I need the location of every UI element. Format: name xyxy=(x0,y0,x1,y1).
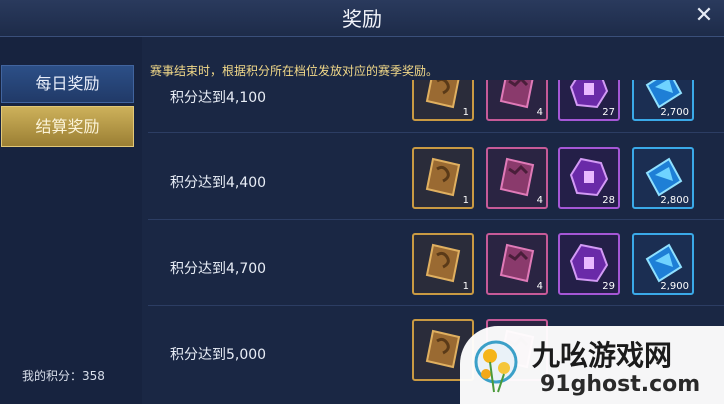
my-score: 我的积分：358 xyxy=(22,369,105,383)
pink-card-icon xyxy=(499,80,534,109)
reward-item-purple-gem[interactable]: 27 xyxy=(558,80,620,121)
purple-gem-icon xyxy=(569,243,609,283)
reward-item-blue-diamond[interactable]: 2,900 xyxy=(632,233,694,295)
reward-item-gold-card[interactable]: 1 xyxy=(412,147,474,209)
tier-label: 积分达到4,700 xyxy=(170,261,267,277)
reward-item-gold-card[interactable]: 1 xyxy=(412,80,474,121)
reward-quantity: 1 xyxy=(462,281,469,292)
gold-card-icon xyxy=(425,157,461,197)
purple-gem-icon xyxy=(569,157,609,197)
reward-item-purple-gem[interactable]: 29 xyxy=(558,233,620,295)
reward-item-purple-gem[interactable]: 28 xyxy=(558,147,620,209)
gold-card-icon xyxy=(425,80,460,109)
reward-quantity: 28 xyxy=(602,195,615,206)
reward-item-pink-card[interactable]: 4 xyxy=(486,233,548,295)
close-button[interactable]: ✕ xyxy=(692,4,716,28)
blue-diamond-icon xyxy=(645,157,683,197)
tier-label: 积分达到5,000 xyxy=(170,347,267,363)
close-icon: ✕ xyxy=(694,3,714,28)
reward-quantity: 1 xyxy=(462,107,469,118)
reward-quantity: 2,800 xyxy=(660,195,689,206)
reward-quantity: 2,900 xyxy=(660,281,689,292)
notice-text: 赛事结束时，根据积分所在档位发放对应的赛季奖励。 xyxy=(150,64,439,78)
tier-label: 积分达到4,400 xyxy=(170,175,267,191)
tier-label: 积分达到4,100 xyxy=(170,90,267,106)
reward-quantity: 4 xyxy=(536,107,543,118)
title-bar: 奖励 ✕ xyxy=(0,0,724,37)
reward-item-blue-diamond[interactable]: 2,700 xyxy=(632,80,694,121)
sidebar: 每日奖励 结算奖励 我的积分：358 xyxy=(0,37,142,404)
blue-diamond-icon xyxy=(645,243,683,283)
reward-row: 积分达到4,700 1 4 29 2,900 xyxy=(148,220,724,306)
reward-row: 积分达到4,100 1 4 27 2,700 xyxy=(148,80,724,133)
reward-item-pink-card[interactable]: 4 xyxy=(486,80,548,121)
watermark-name: 九吆游戏网 xyxy=(532,339,673,372)
gold-card-icon xyxy=(425,243,461,283)
pink-card-icon xyxy=(499,243,535,283)
site-watermark: 九吆游戏网 91ghost.com xyxy=(460,326,724,404)
reward-quantity: 29 xyxy=(602,281,615,292)
dandelion-logo-icon xyxy=(474,340,518,393)
reward-quantity: 4 xyxy=(536,195,543,206)
window-title: 奖励 xyxy=(342,7,382,31)
reward-quantity: 4 xyxy=(536,281,543,292)
reward-quantity: 2,700 xyxy=(660,107,689,118)
watermark-url: 91ghost.com xyxy=(540,372,701,397)
reward-quantity: 27 xyxy=(602,107,615,118)
reward-item-blue-diamond[interactable]: 2,800 xyxy=(632,147,694,209)
reward-row: 积分达到4,400 1 4 28 2,800 xyxy=(148,134,724,220)
reward-quantity: 1 xyxy=(462,195,469,206)
tab-daily-rewards[interactable]: 每日奖励 xyxy=(1,65,134,103)
tab-settlement-rewards[interactable]: 结算奖励 xyxy=(1,106,134,147)
gold-card-icon xyxy=(425,329,461,369)
reward-item-pink-card[interactable]: 4 xyxy=(486,147,548,209)
pink-card-icon xyxy=(499,157,535,197)
reward-item-gold-card[interactable]: 1 xyxy=(412,233,474,295)
